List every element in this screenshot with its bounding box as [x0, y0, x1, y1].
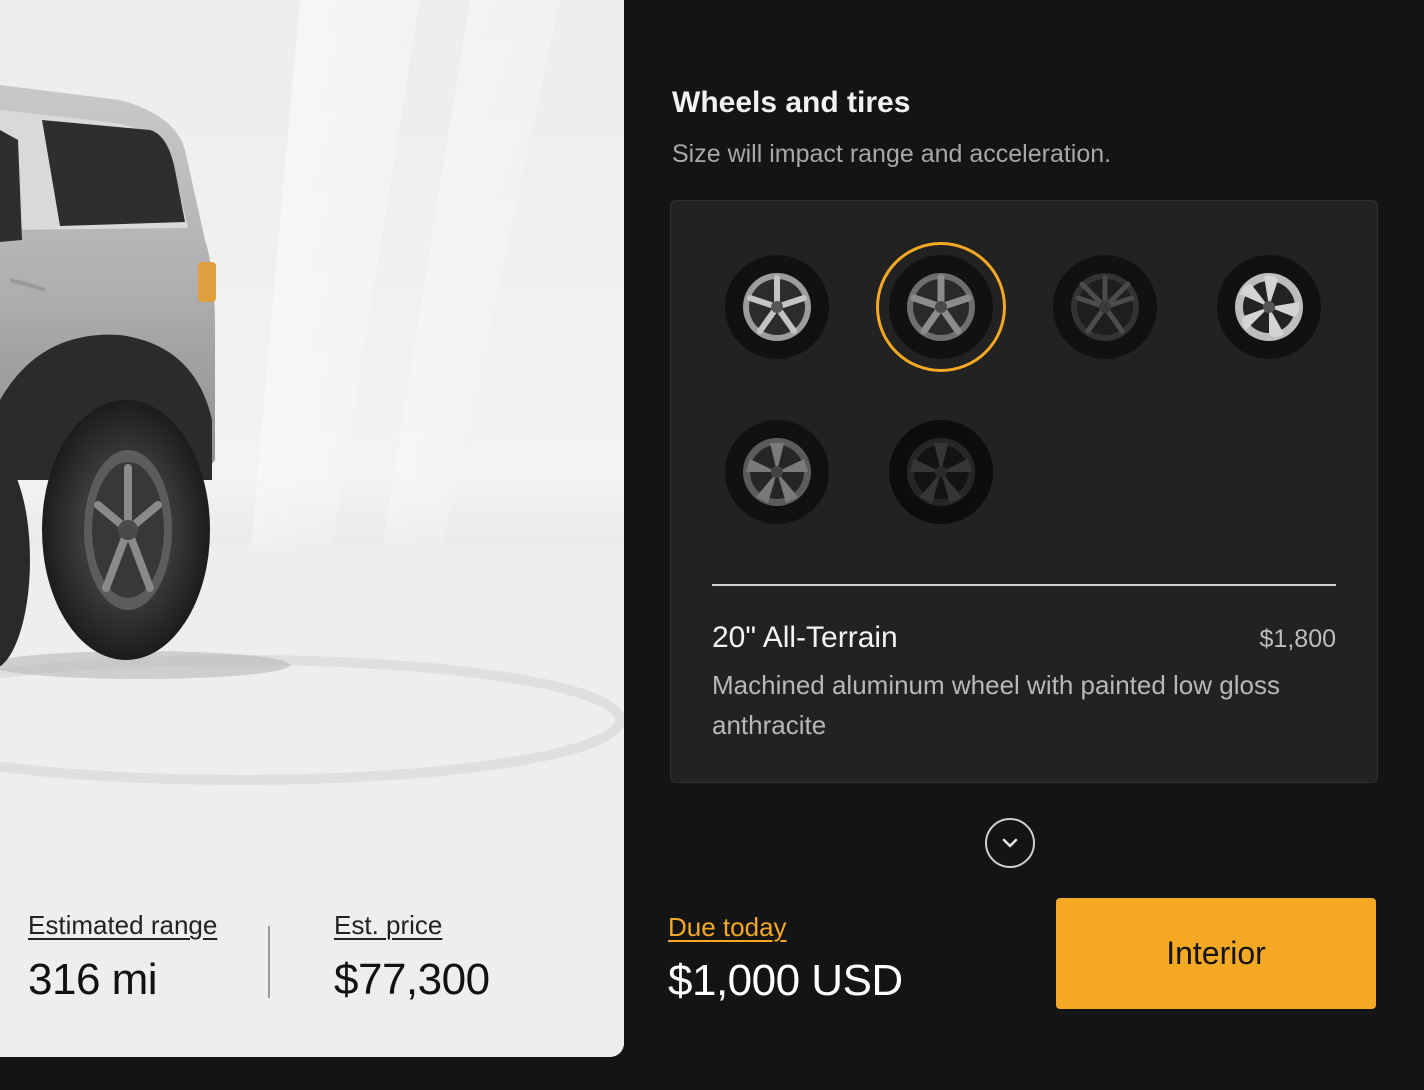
section-subtitle: Size will impact range and acceleration. — [672, 140, 1112, 168]
wheel-silver-swirl-icon[interactable] — [1216, 254, 1322, 360]
due-today-amount: $1,000 USD — [668, 956, 903, 1005]
wheel-options-card: 20" All-Terrain $1,800 Machined aluminum… — [670, 200, 1378, 783]
wheel-gray-5spoke-icon[interactable] — [724, 419, 830, 525]
option-divider — [712, 584, 1336, 586]
estimated-price-value: $77,300 — [334, 955, 490, 1004]
next-interior-button[interactable]: Interior — [1056, 898, 1376, 1009]
stat-divider — [268, 926, 270, 998]
vehicle-image-panel: Estimated range 316 mi Est. price $77,30… — [0, 0, 624, 1057]
scroll-down-button[interactable] — [985, 818, 1035, 868]
estimated-range-stat: Estimated range 316 mi — [28, 910, 217, 1005]
estimated-price-stat: Est. price $77,300 — [334, 910, 490, 1005]
due-today-link[interactable]: Due today — [668, 912, 787, 943]
wheel-dark-multispoke-icon[interactable] — [1052, 254, 1158, 360]
wheel-silver-5spoke-icon[interactable] — [724, 254, 830, 360]
selected-option-description: Machined aluminum wheel with painted low… — [712, 670, 1280, 740]
selected-option-price: $1,800 — [1259, 625, 1336, 653]
estimated-range-label[interactable]: Estimated range — [28, 910, 217, 941]
estimated-range-value: 316 mi — [28, 955, 158, 1004]
estimated-price-label[interactable]: Est. price — [334, 910, 490, 941]
section-title: Wheels and tires — [672, 86, 911, 119]
selected-option-name: 20" All-Terrain — [712, 621, 898, 654]
wheel-black-5spoke-icon[interactable] — [888, 419, 994, 525]
wheel-all-terrain-anthracite-icon[interactable] — [876, 242, 1006, 372]
chevron-down-icon — [1002, 838, 1018, 848]
